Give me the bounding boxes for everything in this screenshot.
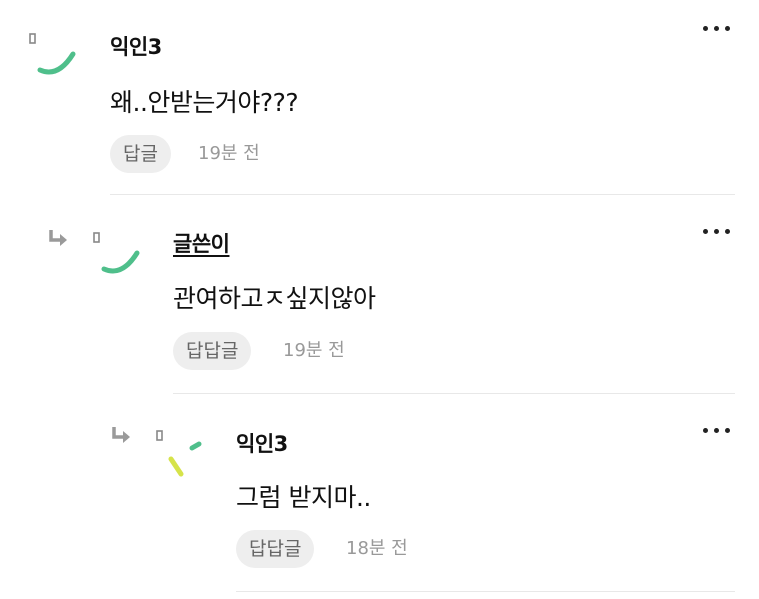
green-arc-avatar-icon[interactable] bbox=[28, 30, 78, 80]
reply-button[interactable]: 답글 bbox=[110, 135, 171, 173]
comment-item: 글쓴이 관여하고ㅈ싶지않아 답답글 19분 전 bbox=[0, 197, 759, 394]
reply-button[interactable]: 답답글 bbox=[173, 332, 252, 370]
comment-text: 왜..안받는거야??? bbox=[110, 88, 299, 117]
reply-arrow-icon bbox=[49, 230, 67, 246]
comment-author[interactable]: 익인3 bbox=[236, 428, 288, 458]
more-options-icon[interactable] bbox=[700, 16, 734, 40]
comment-time: 18분 전 bbox=[346, 538, 408, 559]
green-arc-avatar-icon[interactable] bbox=[92, 229, 142, 279]
comment-time: 19분 전 bbox=[198, 143, 260, 164]
divider bbox=[110, 194, 735, 195]
comment-item: 익인3 그럼 받지마.. 답답글 18분 전 bbox=[0, 394, 759, 599]
more-options-icon[interactable] bbox=[700, 418, 734, 442]
comment-text: 관여하고ㅈ싶지않아 bbox=[173, 284, 376, 313]
comment-author[interactable]: 익인3 bbox=[110, 31, 162, 61]
reply-arrow-icon bbox=[112, 427, 130, 443]
comment-item: 익인3 왜..안받는거야??? 답글 19분 전 bbox=[0, 0, 759, 197]
comment-time: 19분 전 bbox=[283, 340, 345, 361]
more-options-icon[interactable] bbox=[700, 219, 734, 243]
comment-author[interactable]: 글쓴이 bbox=[173, 228, 230, 258]
reply-button[interactable]: 답답글 bbox=[236, 530, 315, 568]
divider bbox=[236, 591, 735, 592]
comment-text: 그럼 받지마.. bbox=[236, 483, 371, 512]
yellow-green-dash-avatar-icon[interactable] bbox=[155, 427, 205, 477]
